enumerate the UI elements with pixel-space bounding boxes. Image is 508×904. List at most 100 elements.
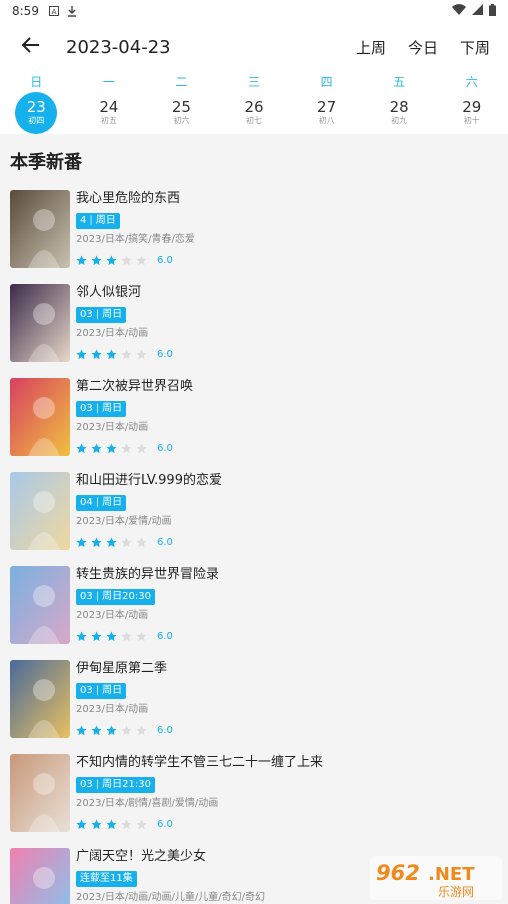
episode-badge: 03 | 周日: [76, 307, 127, 323]
day-circle: 27 初八: [306, 92, 348, 134]
episode-number: 03: [80, 403, 93, 414]
svg-text:乐游网: 乐游网: [438, 885, 474, 899]
air-time: 周日21:30: [102, 779, 151, 790]
day-26[interactable]: 三 26 初七: [218, 72, 291, 134]
list-item[interactable]: 转生贵族的异世界冒险录 03 | 周日20:30 2023/日本/动画 6.0: [0, 556, 508, 650]
day-number: 28: [389, 98, 409, 116]
top-app-bar: 2023-04-23 上周 今日 下周: [0, 22, 508, 72]
episode-badge: 03 | 周日21:30: [76, 777, 155, 793]
day-24[interactable]: 一 24 初五: [73, 72, 146, 134]
lunar-date: 初四: [28, 116, 45, 125]
day-circle: 25 初六: [160, 92, 202, 134]
cover-image[interactable]: [10, 848, 70, 904]
day-circle: 23 初四: [15, 92, 58, 134]
lunar-date: 初八: [318, 116, 335, 125]
episode-badge: 03 | 周日: [76, 401, 127, 417]
cover-image[interactable]: [10, 190, 70, 268]
episode-number: 03: [80, 591, 93, 602]
star-icon: [76, 442, 87, 453]
weekday-label: 三: [248, 75, 261, 89]
anime-title: 伊甸星原第二季: [76, 661, 168, 676]
weekday-label: 四: [320, 75, 333, 89]
day-number: 24: [99, 98, 119, 116]
lunar-date: 初六: [173, 116, 190, 125]
list-item[interactable]: 我心里危险的东西 4 | 周日 2023/日本/搞笑/青春/恋爱 6.0: [0, 180, 508, 274]
star-icon: [121, 442, 132, 453]
star-icon: [76, 818, 87, 829]
star-icon: [136, 254, 147, 265]
list-item[interactable]: 不知内情的转学生不管三七二十一缠了上来 03 | 周日21:30 2023/日本/剧情/…: [0, 744, 508, 838]
star-icon: [121, 348, 132, 359]
air-time: 周日: [95, 215, 116, 226]
cover-image[interactable]: [10, 566, 70, 644]
star-icon: [106, 536, 117, 547]
cover-image[interactable]: [10, 284, 70, 362]
day-27[interactable]: 四 27 初八: [290, 72, 363, 134]
star-icon: [106, 442, 117, 453]
today-button[interactable]: 今日: [408, 37, 438, 58]
episode-badge: 04 | 周日: [76, 495, 127, 511]
prev-week-button[interactable]: 上周: [356, 37, 386, 58]
section-title: 本季新番: [10, 152, 82, 173]
download-icon: [67, 5, 77, 17]
air-time: 周日: [102, 497, 123, 508]
item-info: 第二次被异世界召唤 03 | 周日 2023/日本/动画 6.0: [76, 378, 508, 462]
day-29[interactable]: 六 29 初十: [435, 72, 508, 134]
weekday-label: 一: [102, 75, 115, 89]
back-button[interactable]: [10, 26, 52, 68]
list-item[interactable]: 和山田进行LV.999的恋爱 04 | 周日 2023/日本/爱情/动画 6.0: [0, 462, 508, 556]
air-time: 周日: [102, 685, 123, 696]
episode-badge: 03 | 周日: [76, 683, 127, 699]
day-circle: 28 初九: [378, 92, 420, 134]
status-time: 8:59: [12, 4, 39, 18]
cover-image[interactable]: [10, 754, 70, 832]
star-icon: [91, 818, 102, 829]
episode-number: 03: [80, 685, 93, 696]
anime-list: 我心里危险的东西 4 | 周日 2023/日本/搞笑/青春/恋爱 6.0 邻人似银河 03 | 周…: [0, 180, 508, 904]
day-circle: 29 初十: [451, 92, 493, 134]
day-number: 25: [171, 98, 191, 116]
star-icon: [121, 630, 132, 641]
item-info: 邻人似银河 03 | 周日 2023/日本/动画 6.0: [76, 284, 508, 368]
rating-score: 6.0: [157, 348, 173, 360]
day-circle: 24 初五: [88, 92, 130, 134]
weekday-label: 六: [465, 75, 478, 89]
week-strip: 日 23 初四 一 24 初五 二 25 初六 三 26 初七 四 27 初八 五 28 初九 六 29 初十: [0, 72, 508, 134]
star-icon: [76, 630, 87, 641]
anime-title: 转生贵族的异世界冒险录: [76, 567, 220, 582]
day-25[interactable]: 二 25 初六: [145, 72, 218, 134]
day-28[interactable]: 五 28 初九: [363, 72, 436, 134]
day-23[interactable]: 日 23 初四: [0, 72, 73, 134]
weekday-label: 日: [30, 75, 43, 89]
wifi-icon: [452, 4, 466, 18]
rating: 6.0: [76, 347, 508, 361]
list-item[interactable]: 第二次被异世界召唤 03 | 周日 2023/日本/动画 6.0: [0, 368, 508, 462]
star-icon: [91, 348, 102, 359]
episode-number: 4: [80, 215, 87, 226]
rating-score: 6.0: [157, 630, 173, 642]
list-item[interactable]: 伊甸星原第二季 03 | 周日 2023/日本/动画 6.0: [0, 650, 508, 744]
star-icon: [121, 724, 132, 735]
episode-badge: 03 | 周日20:30: [76, 589, 155, 605]
next-week-button[interactable]: 下周: [460, 37, 490, 58]
signal-icon: [472, 4, 483, 18]
cover-image[interactable]: [10, 378, 70, 456]
star-icon: [91, 254, 102, 265]
list-item[interactable]: 邻人似银河 03 | 周日 2023/日本/动画 6.0: [0, 274, 508, 368]
star-icon: [91, 442, 102, 453]
episode-number: 03: [80, 779, 93, 790]
episode-number: 连载至11集: [80, 873, 133, 884]
rating: 6.0: [76, 535, 508, 549]
cover-image[interactable]: [10, 472, 70, 550]
rating: 6.0: [76, 723, 508, 737]
star-icon: [121, 818, 132, 829]
lunar-date: 初五: [100, 116, 117, 125]
day-number: 29: [462, 98, 482, 116]
anime-title: 我心里危险的东西: [76, 191, 181, 206]
star-icon: [106, 348, 117, 359]
anime-title: 邻人似银河: [76, 285, 142, 300]
cover-image[interactable]: [10, 660, 70, 738]
anime-meta: 2023/日本/搞笑/青春/恋爱: [76, 234, 195, 245]
rating: 6.0: [76, 253, 508, 267]
page-title: 2023-04-23: [66, 36, 171, 58]
